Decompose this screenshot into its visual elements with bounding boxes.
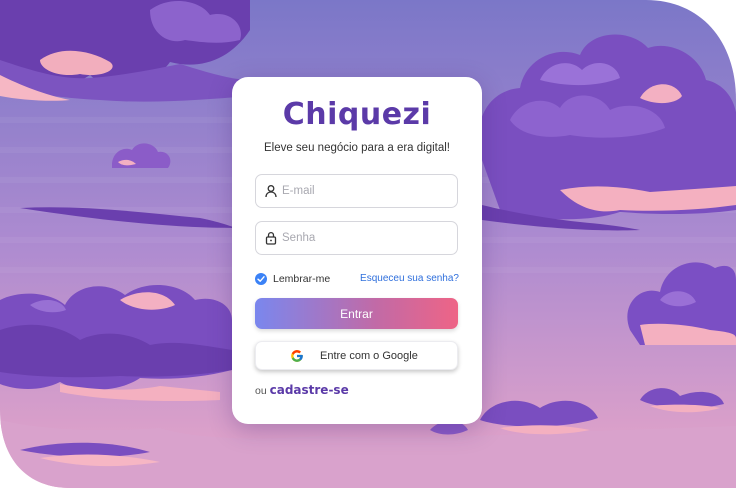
signup-line: ou cadastre-se: [255, 383, 349, 397]
password-input[interactable]: [282, 222, 452, 254]
remember-label: Lembrar-me: [273, 273, 331, 285]
remember-me[interactable]: Lembrar-me: [255, 272, 330, 286]
signup-link[interactable]: cadastre-se: [270, 383, 349, 397]
remember-checkbox[interactable]: [255, 273, 267, 285]
password-field[interactable]: [255, 221, 458, 255]
login-button[interactable]: Entrar: [255, 298, 458, 329]
brand-tagline: Eleve seu negócio para a era digital!: [263, 142, 451, 154]
google-button-label: Entre com o Google: [320, 350, 418, 362]
google-icon: [290, 349, 304, 368]
lock-icon: [264, 231, 278, 245]
check-icon: [257, 276, 265, 282]
login-card: Chiquezi Eleve seu negócio para a era di…: [232, 77, 482, 424]
user-icon: [264, 184, 278, 198]
forgot-password-link[interactable]: Esqueceu sua senha?: [360, 273, 459, 284]
brand-title: Chiquezi: [282, 97, 432, 132]
cloud-top-left: [0, 0, 250, 102]
signup-prefix: ou: [255, 385, 267, 397]
email-input[interactable]: [282, 175, 452, 207]
email-field[interactable]: [255, 174, 458, 208]
google-login-button[interactable]: Entre com o Google: [255, 341, 458, 370]
login-screen: Chiquezi Eleve seu negócio para a era di…: [0, 0, 736, 488]
